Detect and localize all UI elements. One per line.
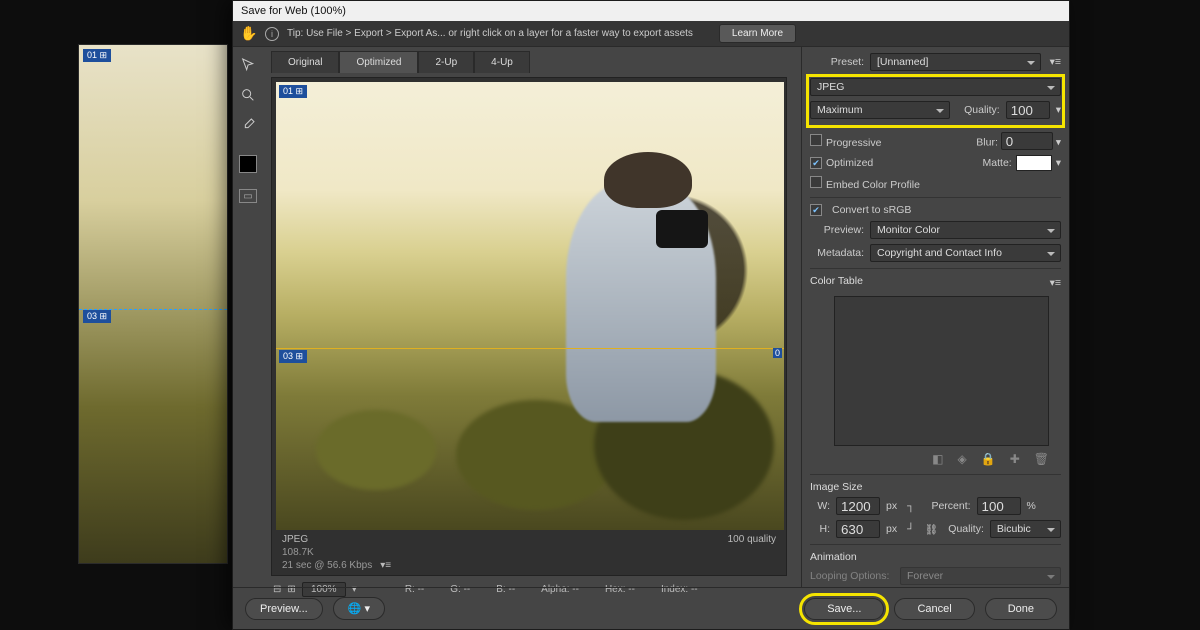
tip-bar: ✋ i Tip: Use File > Export > Export As..… (233, 21, 1069, 47)
preview-button[interactable]: Preview... (245, 598, 323, 620)
tab-original[interactable]: Original (271, 51, 339, 73)
ct-snap-icon[interactable]: ◧ (932, 452, 943, 466)
preset-dropdown[interactable]: [Unnamed] (870, 53, 1041, 71)
preview-size-label: 108.7K (282, 547, 314, 558)
matte-chevron-icon[interactable]: ▾ (1056, 157, 1061, 169)
preview-timing-label: 21 sec @ 56.6 Kbps (282, 560, 372, 571)
embed-profile-checkbox[interactable] (810, 176, 822, 188)
progressive-checkbox[interactable] (810, 134, 822, 146)
convert-srgb-checkbox[interactable] (810, 204, 822, 216)
preview-slice-03[interactable]: 03 ⊞ (279, 350, 307, 363)
tip-text: Tip: Use File > Export > Export As... or… (287, 28, 693, 39)
preview-intent-label: Preview: (810, 224, 864, 236)
preview-quality-label: 100 quality (728, 534, 776, 545)
ct-cube-icon[interactable]: ◈ (958, 452, 967, 466)
convert-srgb-label: Convert to sRGB (832, 204, 911, 216)
preview-menu-icon[interactable]: ▾≡ (380, 560, 391, 571)
tab-4up[interactable]: 4-Up (474, 51, 530, 73)
blur-chevron-icon[interactable]: ▾ (1056, 137, 1061, 149)
metadata-dropdown[interactable]: Copyright and Contact Info (870, 244, 1061, 262)
ct-lock-icon[interactable]: 🔒 (981, 452, 996, 466)
preview-container: 01 ⊞ 03 ⊞ 0 JPEG 100 quality 108.7K 21 s… (271, 77, 787, 576)
width-label: W: (810, 500, 830, 512)
hat-shape (604, 152, 692, 208)
bg-slice-03: 03 ⊞ (83, 310, 111, 323)
tools-column: ▭ (233, 47, 263, 587)
color-table-title: Color Table (810, 275, 863, 287)
preview-format-label: JPEG (282, 534, 308, 545)
ct-trash-icon[interactable]: 🗑 (1034, 452, 1049, 466)
matte-swatch[interactable] (1016, 155, 1052, 171)
preview-tabs: Original Optimized 2-Up 4-Up (263, 47, 795, 73)
quality-label: Quality: (956, 104, 1000, 116)
slice-visibility-toggle[interactable]: ▭ (239, 189, 257, 203)
info-icon: i (265, 27, 279, 41)
camera-shape (656, 210, 708, 248)
blur-label: Blur: (976, 137, 998, 149)
format-highlight-region: JPEG Maximum Quality: ▾ (808, 76, 1063, 126)
dialog-titlebar[interactable]: Save for Web (100%) (233, 1, 1069, 21)
resample-label: Quality: (944, 523, 984, 535)
resample-dropdown[interactable]: Bicubic (990, 520, 1061, 538)
percent-label: Percent: (925, 500, 971, 512)
save-button[interactable]: Save... (804, 598, 884, 620)
hand-tool-icon[interactable]: ✋ (241, 26, 257, 42)
matte-label: Matte: (983, 157, 1012, 169)
grass-shape (316, 410, 436, 490)
percent-input[interactable] (977, 497, 1021, 515)
foreground-swatch[interactable] (239, 155, 257, 173)
animation-title: Animation (810, 551, 1061, 563)
preset-label: Preset: (810, 56, 864, 68)
image-size-title: Image Size (810, 481, 1061, 493)
cancel-button[interactable]: Cancel (894, 598, 974, 620)
px-unit-2: px (886, 523, 897, 535)
quality-chevron-icon[interactable]: ▾ (1056, 104, 1061, 116)
embed-profile-label: Embed Color Profile (826, 179, 920, 191)
quality-input[interactable] (1006, 101, 1050, 119)
done-button[interactable]: Done (985, 598, 1057, 620)
center-panel: Original Optimized 2-Up 4-Up 01 ⊞ 03 ⊞ (263, 47, 801, 587)
slice-divider[interactable] (276, 348, 784, 349)
progressive-label: Progressive (826, 137, 881, 149)
pointer-tool-icon[interactable] (238, 55, 258, 75)
link-icon[interactable]: ⛓ (925, 523, 938, 536)
color-table-menu-icon[interactable]: ▾≡ (1047, 277, 1061, 289)
ct-new-icon[interactable]: ✚ (1010, 452, 1020, 466)
looping-dropdown: Forever (900, 567, 1061, 585)
format-dropdown[interactable]: JPEG (810, 78, 1061, 96)
looping-label: Looping Options: (810, 570, 894, 582)
bg-slice-01: 01 ⊞ (83, 49, 111, 62)
dialog-footer: Preview... 🌐 ▾ Save... Cancel Done (233, 587, 1069, 629)
optimized-checkbox[interactable] (810, 157, 822, 169)
preview-intent-dropdown[interactable]: Monitor Color (870, 221, 1061, 239)
settings-panel: Preset: [Unnamed] ▾≡ JPEG Maximum Qualit… (801, 47, 1069, 587)
optimized-label: Optimized (826, 157, 873, 169)
image-preview[interactable]: 01 ⊞ 03 ⊞ 0 (276, 82, 784, 530)
metadata-label: Metadata: (810, 247, 864, 259)
eyedropper-tool-icon[interactable] (238, 115, 258, 135)
tab-optimized[interactable]: Optimized (339, 51, 418, 73)
slice-edge-number: 0 (773, 348, 782, 358)
background-document: 01 ⊞ 03 ⊞ (78, 44, 228, 564)
px-unit: px (886, 500, 897, 512)
blur-input[interactable] (1001, 132, 1053, 150)
quality-preset-dropdown[interactable]: Maximum (810, 101, 950, 119)
zoom-tool-icon[interactable] (238, 85, 258, 105)
width-input[interactable] (836, 497, 880, 515)
learn-more-button[interactable]: Learn More (719, 24, 796, 43)
preset-menu-icon[interactable]: ▾≡ (1047, 56, 1061, 68)
pct-unit: % (1027, 500, 1036, 512)
height-label: H: (810, 523, 830, 535)
height-input[interactable] (836, 520, 880, 538)
save-for-web-dialog: Save for Web (100%) ✋ i Tip: Use File > … (232, 0, 1070, 630)
browser-preview-button[interactable]: 🌐 ▾ (333, 597, 385, 620)
color-table (834, 296, 1049, 446)
tab-2up[interactable]: 2-Up (418, 51, 474, 73)
preview-slice-01[interactable]: 01 ⊞ (279, 85, 307, 98)
